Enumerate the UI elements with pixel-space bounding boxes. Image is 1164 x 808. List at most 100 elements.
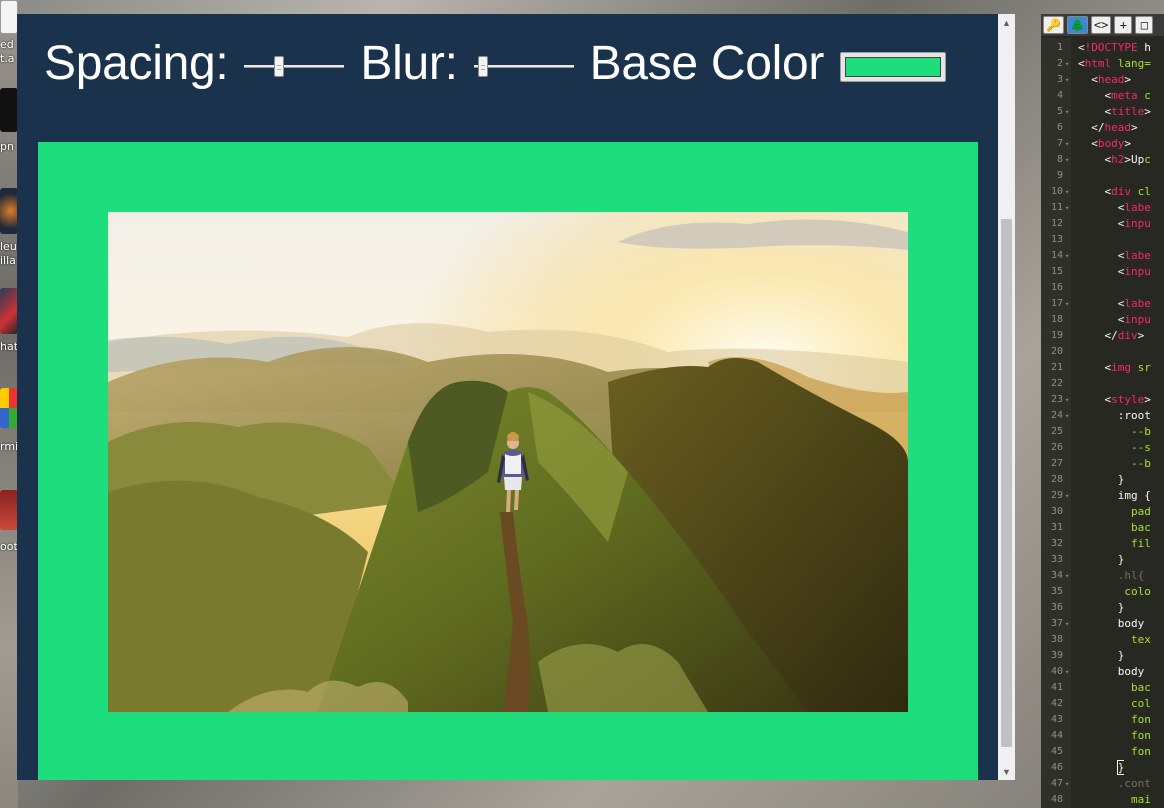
code-line[interactable]: 2 ▾ <html lang= (1041, 56, 1164, 72)
code-text: --b (1078, 457, 1151, 470)
code-line[interactable]: 12 <inpu (1041, 216, 1164, 232)
code-line[interactable]: 17 ▾ <labe (1041, 296, 1164, 312)
code-line[interactable]: 10 ▾ <div cl (1041, 184, 1164, 200)
line-number: 3 (1056, 74, 1063, 85)
desktop-icon-racing[interactable] (0, 288, 18, 334)
code-line[interactable]: 37 ▾ body (1041, 616, 1164, 632)
code-line[interactable]: 16 (1041, 280, 1164, 296)
code-text: bac (1078, 521, 1151, 534)
code-line[interactable]: 42 col (1041, 696, 1164, 712)
code-line[interactable]: 31 bac (1041, 520, 1164, 536)
code-line[interactable]: 28 } (1041, 472, 1164, 488)
code-editor[interactable]: 🔑 🌲 <> + □ 1 <!DOCTYPE h 2 ▾ <html lang= 3 ▾ <… (1041, 14, 1164, 808)
code-line[interactable]: 45 fon (1041, 744, 1164, 760)
code-text: bac (1078, 681, 1151, 694)
code-line[interactable]: 15 <inpu (1041, 264, 1164, 280)
code-line[interactable]: 9 (1041, 168, 1164, 184)
code-line[interactable]: 26 --s (1041, 440, 1164, 456)
code-line[interactable]: 7 ▾ <body> (1041, 136, 1164, 152)
code-line[interactable]: 4 <meta c (1041, 88, 1164, 104)
code-line[interactable]: 30 pad (1041, 504, 1164, 520)
line-number: 25 (1050, 426, 1063, 437)
code-line[interactable]: 14 ▾ <labe (1041, 248, 1164, 264)
line-number: 26 (1050, 442, 1063, 453)
code-line[interactable]: 19 </div> (1041, 328, 1164, 344)
code-text: } (1078, 473, 1125, 486)
key-icon[interactable]: 🔑 (1043, 16, 1064, 34)
code-text: --b (1078, 425, 1151, 438)
code-line[interactable]: 39 } (1041, 648, 1164, 664)
desktop-icon-shield[interactable] (0, 388, 18, 428)
desktop-icon-label: ed (0, 38, 14, 51)
code-line[interactable]: 18 <inpu (1041, 312, 1164, 328)
code-icon[interactable]: <> (1090, 16, 1112, 34)
code-line[interactable]: 29 ▾ img { (1041, 488, 1164, 504)
line-number: 33 (1050, 554, 1063, 565)
blur-slider[interactable] (473, 56, 574, 77)
code-line[interactable]: 23 ▾ <style> (1041, 392, 1164, 408)
code-line[interactable]: 38 tex (1041, 632, 1164, 648)
base-color-picker[interactable] (840, 52, 947, 82)
code-line[interactable]: 25 --b (1041, 424, 1164, 440)
code-line[interactable]: 41 bac (1041, 680, 1164, 696)
code-line[interactable]: 24 ▾ :root (1041, 408, 1164, 424)
code-line[interactable]: 1 <!DOCTYPE h (1041, 40, 1164, 56)
code-line[interactable]: 13 (1041, 232, 1164, 248)
add-icon[interactable]: + (1114, 16, 1133, 34)
desktop-icon-tool[interactable] (0, 490, 18, 530)
code-text: fil (1078, 537, 1151, 550)
code-line[interactable]: 32 fil (1041, 536, 1164, 552)
desktop-icon-document[interactable] (0, 0, 18, 34)
code-line[interactable]: 40 ▾ body (1041, 664, 1164, 680)
code-line[interactable]: 5 ▾ <title> (1041, 104, 1164, 120)
mountain-hiker-photo (108, 212, 908, 712)
code-line[interactable]: 6 </head> (1041, 120, 1164, 136)
code-line[interactable]: 11 ▾ <labe (1041, 200, 1164, 216)
code-text: <div cl (1104, 185, 1151, 198)
code-line[interactable]: 46 } (1041, 760, 1164, 776)
scrollbar-thumb[interactable] (1001, 219, 1012, 747)
slider-thumb[interactable] (274, 56, 285, 77)
scroll-up-arrow-icon[interactable]: ▲ (998, 14, 1015, 31)
line-number: 20 (1050, 346, 1063, 357)
code-text: <inpu (1117, 265, 1151, 278)
desktop-icon-dark-app[interactable] (0, 88, 18, 132)
slider-thumb[interactable] (478, 56, 489, 77)
line-number: 10 (1050, 186, 1063, 197)
line-number: 41 (1050, 682, 1063, 693)
code-line[interactable]: 3 ▾ <head> (1041, 72, 1164, 88)
code-line[interactable]: 27 --b (1041, 456, 1164, 472)
code-line[interactable]: 33 } (1041, 552, 1164, 568)
spacing-slider[interactable] (244, 56, 345, 77)
code-line[interactable]: 34 ▾ .hl{ (1041, 568, 1164, 584)
line-number: 14 (1050, 250, 1063, 261)
preview-window: Spacing: Blur: Base Color ▲ ▼ (17, 14, 1015, 780)
code-text: </div> (1104, 329, 1145, 342)
code-line[interactable]: 22 (1041, 376, 1164, 392)
code-text: <!DOCTYPE h (1078, 41, 1151, 54)
tree-icon[interactable]: 🌲 (1066, 16, 1088, 34)
vertical-scrollbar[interactable]: ▲ ▼ (998, 14, 1015, 780)
code-line[interactable]: 47 ▾ .cont (1041, 776, 1164, 792)
code-text: <style> (1104, 393, 1151, 406)
code-text: } (1078, 649, 1125, 662)
code-line[interactable]: 8 ▾ <h2>Upc (1041, 152, 1164, 168)
code-text: fon (1078, 729, 1151, 742)
code-text: .hl{ (1078, 569, 1145, 582)
code-line[interactable]: 43 fon (1041, 712, 1164, 728)
code-line[interactable]: 44 fon (1041, 728, 1164, 744)
desktop-icon-game[interactable] (0, 188, 18, 234)
line-number: 7 (1056, 138, 1063, 149)
code-text: <meta c (1104, 89, 1151, 102)
code-text: col (1078, 697, 1151, 710)
controls-bar: Spacing: Blur: Base Color (17, 14, 997, 114)
scroll-down-arrow-icon[interactable]: ▼ (998, 763, 1015, 780)
code-line[interactable]: 20 (1041, 344, 1164, 360)
line-number: 46 (1050, 762, 1063, 773)
code-line[interactable]: 36 } (1041, 600, 1164, 616)
window-icon[interactable]: □ (1135, 16, 1154, 34)
code-line[interactable]: 21 <img sr (1041, 360, 1164, 376)
code-line[interactable]: 48 mai (1041, 792, 1164, 808)
code-line[interactable]: 35 colo (1041, 584, 1164, 600)
